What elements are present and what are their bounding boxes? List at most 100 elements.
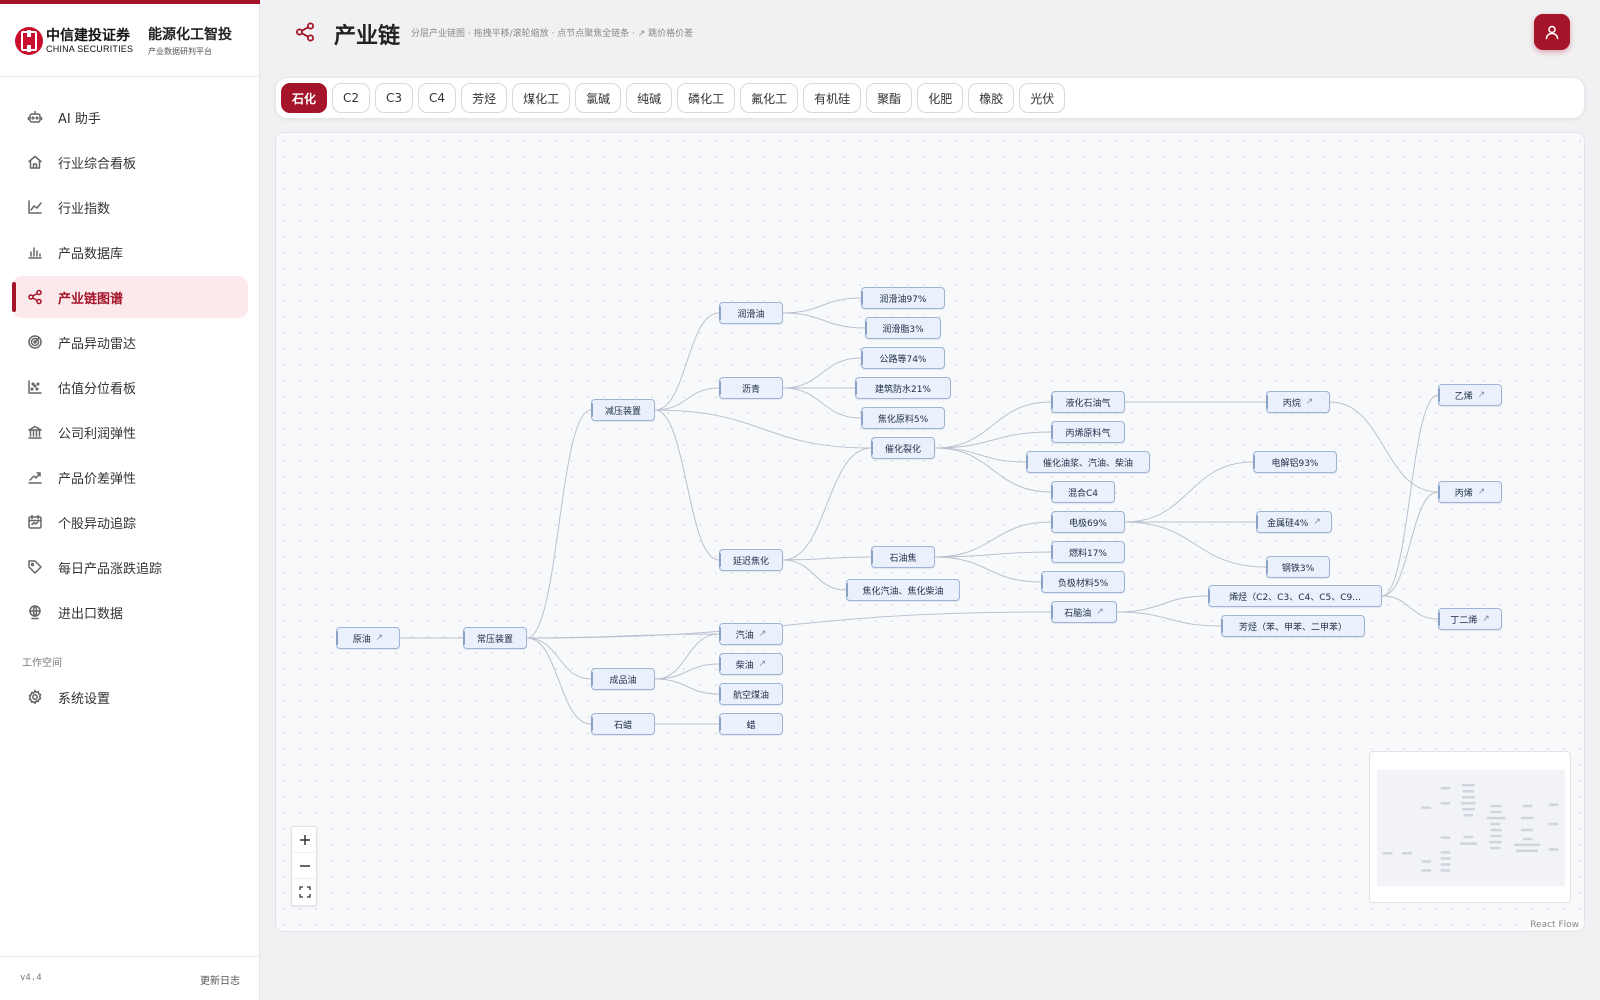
price-link-icon[interactable]: ↗ [1313, 517, 1321, 527]
sidebar-item-industry-index[interactable]: 行业指数 [12, 186, 248, 228]
tab-3[interactable]: C4 [418, 83, 457, 113]
flow-node-yuanyou[interactable]: 原油 ↗ [336, 627, 400, 649]
tab-4[interactable]: 芳烃 [461, 83, 508, 113]
tab-9[interactable]: 氟化工 [740, 83, 799, 113]
tab-10[interactable]: 有机硅 [803, 83, 862, 113]
flow-controls [291, 826, 318, 906]
flow-node-runhuayou[interactable]: 润滑油 [719, 302, 783, 324]
flow-node-shiyoujiao[interactable]: 石油焦 [871, 546, 935, 568]
minus-icon [300, 864, 310, 867]
sidebar-item-product-database[interactable]: 产品数据库 [12, 231, 248, 273]
flow-node-jh5[interactable]: 焦化原料5% [861, 407, 945, 429]
flow-node-chengpinyou[interactable]: 成品油 [591, 668, 655, 690]
flow-edge [654, 633, 720, 680]
flow-node-yhsyq[interactable]: 液化石油气 [1051, 391, 1125, 413]
flow-node-chaiyou[interactable]: 柴油 ↗ [719, 653, 783, 675]
sidebar-item-import-export[interactable]: 进出口数据 [12, 591, 248, 633]
flow-node-chyj[interactable]: 催化油浆、汽油、柴油 [1026, 451, 1150, 473]
flow-node-hhc4[interactable]: 混合C4 [1051, 481, 1115, 503]
tab-8[interactable]: 磷化工 [677, 83, 736, 113]
tab-11[interactable]: 聚酯 [866, 83, 913, 113]
flow-node-changya[interactable]: 常压装置 [463, 627, 527, 649]
flow-node-cuihua[interactable]: 催化裂化 [871, 437, 935, 459]
flow-node-liqing[interactable]: 沥青 [719, 377, 783, 399]
minimap-node [1440, 802, 1451, 805]
flow-node-jsg[interactable]: 金属硅4% ↗ [1256, 511, 1332, 533]
minimap-node [1486, 816, 1506, 820]
flow-node-xiting[interactable]: 烯烃（C2、C3、C4、C5、C9... [1208, 585, 1382, 607]
user-avatar-button[interactable] [1534, 14, 1570, 50]
flow-node-qiyou[interactable]: 汽油 ↗ [719, 623, 783, 645]
price-link-icon[interactable]: ↗ [1306, 397, 1314, 407]
flow-node-dianji[interactable]: 电极69% [1051, 511, 1125, 533]
flow-node-label: 丙烯 [1454, 488, 1473, 499]
flow-node-bingxi[interactable]: 丙烯 ↗ [1438, 481, 1502, 503]
tab-0[interactable]: 石化 [281, 83, 328, 113]
flow-node-bingwan[interactable]: 丙烷 ↗ [1266, 391, 1330, 413]
minimap-node [1421, 860, 1431, 863]
price-link-icon[interactable]: ↗ [1482, 614, 1490, 624]
flow-node-yanchi[interactable]: 延迟焦化 [719, 549, 783, 571]
price-link-icon[interactable]: ↗ [376, 633, 384, 643]
zoom-out-button[interactable] [292, 853, 318, 879]
version-label: v4.4 [20, 973, 42, 983]
sidebar-item-profit-elasticity[interactable]: 公司利润弹性 [12, 411, 248, 453]
price-link-icon[interactable]: ↗ [1096, 607, 1104, 617]
tab-1[interactable]: C2 [332, 83, 371, 113]
flow-node-label: 液化石油气 [1065, 398, 1111, 409]
tab-5[interactable]: 煤化工 [512, 83, 571, 113]
flow-canvas[interactable]: 原油 ↗ 常压装置 减压装置成品油石蜡 润滑油沥青延迟焦化汽油 ↗ 柴油 ↗ 航空煤油蜡 润滑油9… [275, 132, 1585, 932]
sidebar-item-industry-chain[interactable]: 产业链图谱 [12, 276, 248, 318]
flow-node-bxylq[interactable]: 丙烯原料气 [1051, 421, 1125, 443]
price-link-icon[interactable]: ↗ [759, 629, 767, 639]
flow-node-yixi[interactable]: 乙烯 ↗ [1438, 384, 1502, 406]
tab-7[interactable]: 纯碱 [626, 83, 673, 113]
flow-node-la[interactable]: 蜡 [719, 713, 783, 735]
tab-2[interactable]: C3 [375, 83, 414, 113]
tab-13[interactable]: 橡胶 [968, 83, 1015, 113]
sidebar-item-settings[interactable]: 系统设置 [12, 676, 248, 718]
flow-node-jhqc[interactable]: 焦化汽油、焦化柴油 [846, 579, 960, 601]
flow-node-ranliao[interactable]: 燃料17% [1051, 541, 1125, 563]
flow-edge [782, 559, 847, 591]
price-link-icon[interactable]: ↗ [1478, 487, 1486, 497]
changelog-link[interactable]: 更新日志 [200, 972, 240, 987]
sidebar-item-spread-elasticity[interactable]: 产品价差弹性 [12, 456, 248, 498]
tab-14[interactable]: 光伏 [1019, 83, 1066, 113]
flow-node-label: 蜡 [746, 720, 756, 731]
react-flow-attribution[interactable]: React Flow [1528, 920, 1581, 930]
sidebar-item-label: 每日产品涨跌追踪 [58, 561, 163, 577]
flow-node-label: 柴油 [735, 660, 754, 671]
flow-node-rhz3[interactable]: 润滑脂3% [865, 317, 941, 339]
fit-view-button[interactable] [292, 879, 318, 905]
minimap-node [1459, 842, 1477, 845]
sidebar-item-ai-assistant[interactable]: AI 助手 [12, 96, 248, 138]
price-link-icon[interactable]: ↗ [759, 659, 767, 669]
sidebar-item-anomaly-radar[interactable]: 产品异动雷达 [12, 321, 248, 363]
tab-12[interactable]: 化肥 [917, 83, 964, 113]
minimap-node [1522, 837, 1533, 841]
flow-node-shila[interactable]: 石蜡 [591, 713, 655, 735]
tab-6[interactable]: 氯碱 [575, 83, 622, 113]
sidebar-item-industry-dashboard[interactable]: 行业综合看板 [12, 141, 248, 183]
sidebar-item-valuation-dashboard[interactable]: 估值分位看板 [12, 366, 248, 408]
flow-node-gt3[interactable]: 钢铁3% [1266, 556, 1330, 578]
flow-minimap[interactable] [1369, 751, 1571, 903]
flow-node-gl74[interactable]: 公路等74% [861, 347, 945, 369]
flow-node-djl[interactable]: 电解铝93% [1253, 451, 1337, 473]
sidebar-item-label: 行业指数 [58, 201, 111, 217]
flow-node-dingerxi[interactable]: 丁二烯 ↗ [1438, 608, 1502, 630]
flow-node-jz21[interactable]: 建筑防水21% [855, 377, 951, 399]
sidebar-item-stock-tracking[interactable]: 个股异动追踪 [12, 501, 248, 543]
flow-node-shinaoyou[interactable]: 石脑油 ↗ [1051, 601, 1117, 623]
sidebar-item-daily-tracking[interactable]: 每日产品涨跌追踪 [12, 546, 248, 588]
flow-node-rh97[interactable]: 润滑油97% [861, 287, 945, 309]
price-link-icon[interactable]: ↗ [1478, 390, 1486, 400]
zoom-in-button[interactable] [292, 827, 318, 853]
flow-node-fuji[interactable]: 负极材料5% [1041, 571, 1125, 593]
platform-name: 能源化工智投 [148, 27, 232, 43]
flow-node-hangkong[interactable]: 航空煤油 [719, 683, 783, 705]
flow-node-jianya[interactable]: 减压装置 [591, 399, 655, 421]
minimap-node [1548, 803, 1559, 806]
flow-node-fangting[interactable]: 芳烃（苯、甲苯、二甲苯） [1221, 615, 1365, 637]
